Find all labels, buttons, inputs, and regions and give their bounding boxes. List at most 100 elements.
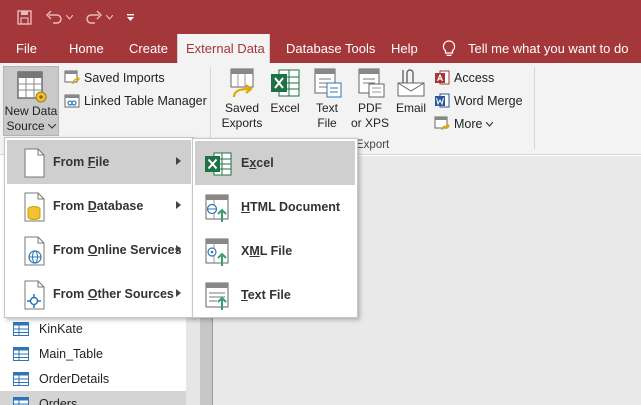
save-icon[interactable] — [14, 7, 34, 27]
customize-qat-icon[interactable] — [123, 7, 137, 27]
tab-create[interactable]: Create — [121, 34, 176, 63]
access-icon — [434, 70, 450, 86]
menu-item-from-database[interactable]: From Database — [7, 184, 191, 228]
export-pdf-xps-button[interactable]: PDF or XPS — [349, 67, 391, 131]
chevron-down-icon — [47, 124, 56, 129]
other-sources-icon — [21, 280, 47, 310]
linked-table-manager-button[interactable]: Linked Table Manager — [64, 91, 207, 111]
redo-dropdown-icon[interactable] — [104, 7, 114, 27]
export-pdf-label-1: PDF — [358, 101, 382, 115]
linked-table-manager-icon — [64, 93, 80, 109]
nav-table-label: KinKate — [39, 321, 83, 336]
word-merge-label: Word Merge — [454, 94, 523, 108]
export-access-button[interactable]: Access — [434, 68, 494, 88]
saved-imports-label: Saved Imports — [84, 71, 165, 85]
text-file-icon — [311, 67, 343, 99]
chevron-down-icon — [486, 121, 494, 127]
linked-table-manager-label: Linked Table Manager — [84, 94, 207, 108]
saved-exports-label-2: Exports — [221, 116, 263, 130]
saved-imports-icon — [64, 70, 81, 86]
new-data-source-label-1: New Data — [4, 104, 58, 118]
nav-table-label: OrderDetails — [39, 371, 110, 386]
menu-label: Text File — [241, 288, 291, 302]
text-file-icon — [203, 281, 229, 311]
menu-label: From Database — [53, 199, 144, 213]
globe-icon — [21, 236, 47, 266]
export-text-file-label-2: File — [317, 116, 337, 130]
submenu-item-xml-file[interactable]: XML File — [195, 229, 355, 273]
export-pdf-label-2: or XPS — [350, 116, 389, 130]
table-icon — [13, 346, 29, 361]
xml-file-icon — [203, 237, 229, 267]
tab-external-data[interactable]: External Data — [177, 34, 270, 63]
menu-label: HTML Document — [241, 200, 341, 214]
saved-exports-button[interactable]: Saved Exports — [219, 67, 265, 131]
menu-item-from-other-sources[interactable]: From Other Sources — [7, 272, 191, 316]
nav-table-item[interactable]: OrderDetails — [0, 366, 186, 391]
export-email-label: Email — [395, 101, 426, 115]
table-icon — [13, 321, 29, 336]
menu-label: From Other Sources — [53, 287, 174, 301]
saved-exports-icon — [226, 67, 258, 99]
tab-file[interactable]: File — [8, 34, 45, 63]
pdf-xps-icon — [354, 67, 386, 99]
ribbon-separator — [534, 67, 535, 149]
export-group-label: Export — [356, 139, 390, 151]
tab-database-tools[interactable]: Database Tools — [278, 34, 383, 63]
export-more-label: More — [454, 117, 483, 131]
submenu-arrow-icon — [176, 201, 181, 209]
tell-me-text: Tell me what you want to do — [468, 41, 629, 56]
export-excel-label: Excel — [270, 101, 300, 115]
saved-imports-button[interactable]: Saved Imports — [64, 68, 165, 88]
submenu-item-excel[interactable]: Excel — [195, 141, 355, 185]
html-document-icon — [203, 193, 229, 223]
submenu-item-text-file[interactable]: Text File — [195, 273, 355, 317]
nav-table-label: Main_Table — [39, 346, 103, 361]
ribbon-tabs: File Home Create External Data Database … — [0, 34, 641, 63]
new-data-source-label-2: Source — [6, 119, 45, 133]
email-icon — [395, 67, 427, 99]
title-bar — [0, 0, 641, 34]
lightbulb-icon — [442, 40, 456, 56]
new-data-source-button[interactable]: New Data Source — [3, 66, 59, 136]
menu-label: XML File — [241, 244, 293, 258]
ribbon-separator — [210, 67, 211, 149]
undo-dropdown-icon[interactable] — [64, 7, 74, 27]
excel-icon — [269, 67, 301, 99]
menu-label: From Online Services — [53, 243, 182, 257]
database-icon — [21, 192, 47, 222]
tab-help[interactable]: Help — [383, 34, 426, 63]
file-icon — [21, 148, 47, 178]
menu-label: From File — [53, 155, 110, 169]
export-text-file-label-1: Text — [315, 101, 338, 115]
menu-item-from-online-services[interactable]: From Online Services — [7, 228, 191, 272]
nav-table-item-selected[interactable]: Orders — [0, 391, 186, 405]
nav-table-item[interactable]: KinKate — [0, 316, 186, 341]
redo-icon[interactable] — [84, 7, 104, 27]
word-merge-button[interactable]: Word Merge — [434, 91, 523, 111]
export-more-button[interactable]: More — [434, 114, 494, 134]
saved-exports-label-1: Saved — [224, 101, 260, 115]
export-excel-button[interactable]: Excel — [268, 67, 302, 116]
menu-label: Excel — [241, 156, 274, 170]
menu-item-from-file[interactable]: From File — [7, 140, 191, 184]
submenu-arrow-icon — [176, 245, 181, 253]
new-data-source-menu: From File From Database From Online Serv… — [4, 137, 194, 318]
from-file-submenu: Excel HTML Document XML File Text File — [192, 138, 358, 318]
excel-icon — [203, 149, 232, 179]
nav-table-label: Orders — [39, 396, 78, 405]
tab-home[interactable]: Home — [61, 34, 112, 63]
new-data-source-icon — [15, 70, 47, 104]
submenu-item-html-document[interactable]: HTML Document — [195, 185, 355, 229]
tell-me-box[interactable]: Tell me what you want to do — [442, 34, 628, 63]
table-icon — [13, 371, 29, 386]
export-access-label: Access — [454, 71, 495, 85]
nav-table-item[interactable]: Main_Table — [0, 341, 186, 366]
submenu-arrow-icon — [176, 289, 181, 297]
submenu-arrow-icon — [176, 157, 181, 165]
table-icon — [13, 396, 29, 405]
export-email-button[interactable]: Email — [394, 67, 428, 116]
export-text-file-button[interactable]: Text File — [309, 67, 345, 131]
undo-icon[interactable] — [44, 7, 64, 27]
more-icon — [434, 116, 451, 132]
